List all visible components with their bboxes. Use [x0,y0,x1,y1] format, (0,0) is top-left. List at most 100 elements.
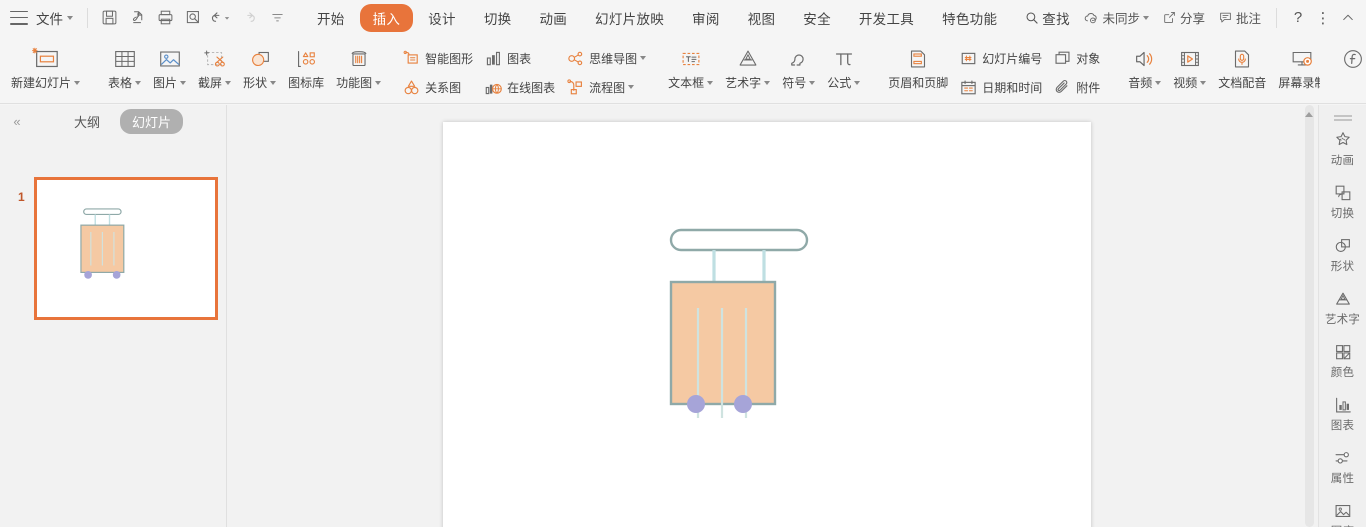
slide-thumbnail-1[interactable] [34,177,218,320]
file-menu-button[interactable]: 文件 [28,5,79,31]
collapse-ribbon-icon[interactable] [1336,6,1360,30]
tab-special-features[interactable]: 特色功能 [929,4,1010,32]
formula-button[interactable]: 公式 [821,39,866,92]
title-bar-left: 文件 [0,5,290,31]
shape-icon [1333,235,1353,257]
tab-animation[interactable]: 动画 [526,4,580,32]
slide-number-button[interactable]: 幻灯片编号 [954,45,1048,71]
tab-start[interactable]: 开始 [304,4,358,32]
redo-icon[interactable] [236,6,262,30]
online-chart-label: 在线图表 [507,80,556,95]
rail-item-properties[interactable]: 属性 [1319,439,1366,492]
relation-chart-label: 关系图 [425,80,462,95]
slide-thumbnail-row: 1 [0,138,226,320]
date-time-icon [958,77,978,97]
tab-transition[interactable]: 切换 [471,4,525,32]
flowchart-button[interactable]: 流程图 [561,74,652,100]
chevron-down-icon [270,81,277,85]
flowchart-icon [565,77,585,97]
suitcase-handle-bar [669,228,809,252]
share-button[interactable]: 分享 [1156,4,1211,31]
tab-view[interactable]: 视图 [735,4,789,32]
screenshot-label: 截屏 [198,76,223,90]
print-icon[interactable] [152,6,178,30]
rail-label: 动画 [1330,155,1355,167]
rail-item-wordart[interactable]: 艺术字 [1319,280,1366,333]
divider [87,7,88,28]
shapes-icon [247,44,273,74]
shapes-button[interactable]: 形状 [237,39,282,92]
scrollbar-thumb[interactable] [1305,105,1314,527]
undo-icon[interactable] [208,6,234,30]
tab-design[interactable]: 设计 [415,4,469,32]
new-slide-label: 新建幻灯片 [11,76,81,90]
new-slide-icon [31,44,61,74]
audio-icon [1132,44,1158,74]
screenshot-button[interactable]: 截屏 [192,39,237,92]
scroll-up-icon[interactable] [1305,112,1313,117]
more-options-icon[interactable]: ⋮ [1311,6,1335,30]
save-icon[interactable] [96,6,122,30]
find-button[interactable]: 查找 [1012,4,1083,32]
wordart-label: 艺术字 [725,76,762,90]
rail-item-chart[interactable]: 图表 [1319,386,1366,439]
attachment-button[interactable]: 附件 [1048,74,1106,100]
online-chart-button[interactable]: 在线图表 [479,74,561,100]
slide-number-label: 幻灯片编号 [982,51,1043,66]
help-icon[interactable]: ? [1286,6,1310,30]
new-slide-button[interactable]: 新建幻灯片 [5,39,86,92]
online-chart-icon [483,77,503,97]
gallery-icon [1333,500,1353,522]
sync-status-button[interactable]: 未同步 [1077,4,1155,31]
relation-chart-button[interactable]: 关系图 [397,74,479,100]
wps-presentation-window: 文件 开始 插入 设计 切换 动画 幻灯片放映 审阅 视图 安全 开发工具 特色… [0,0,1366,527]
customize-qat-icon[interactable] [264,6,290,30]
video-button[interactable]: 视频 [1167,39,1212,92]
print-preview-icon[interactable] [180,6,206,30]
audio-button[interactable]: 音频 [1122,39,1167,92]
tab-developer-tools[interactable]: 开发工具 [846,4,927,32]
chevron-down-icon [854,81,861,85]
tab-outline[interactable]: 大纲 [62,109,112,134]
rail-item-gallery[interactable]: 图库 [1319,492,1366,527]
header-footer-button[interactable]: 页眉和页脚 [882,39,954,92]
picture-button[interactable]: 图片 [147,39,192,92]
comment-button[interactable]: 批注 [1212,4,1267,31]
smartart-button[interactable]: 智能图形 [397,45,479,71]
slide-number-label: 1 [18,190,25,204]
icon-library-button[interactable]: 图标库 [282,39,330,92]
vertical-scrollbar[interactable] [1304,105,1315,527]
chart-button[interactable]: 图表 [479,45,561,71]
chevron-down-icon [375,81,382,85]
textbox-label: 文本框 [668,76,705,90]
wordart-button[interactable]: 艺术字 [719,39,776,92]
doc-voiceover-button[interactable]: 文档配音 [1212,39,1272,92]
function-chart-button[interactable]: 功能图 [330,39,387,92]
textbox-button[interactable]: 文本框 [662,39,719,92]
tab-slideshow[interactable]: 幻灯片放映 [582,4,677,32]
export-pdf-icon[interactable] [124,6,150,30]
rail-item-animation[interactable]: 动画 [1319,121,1366,174]
object-button[interactable]: 对象 [1048,45,1106,71]
mindmap-button[interactable]: 思维导图 [561,45,652,71]
rail-label: 图表 [1330,420,1355,432]
tab-insert[interactable]: 插入 [359,3,414,32]
formula-icon [831,44,857,74]
slide-navigator-panel: « 大纲 幻灯片 1 [0,105,227,527]
date-time-button[interactable]: 日期和时间 [954,74,1048,100]
rail-item-color[interactable]: 颜色 [1319,333,1366,386]
tab-security[interactable]: 安全 [790,4,844,32]
tab-review[interactable]: 审阅 [679,4,733,32]
slide-canvas[interactable] [443,122,1091,527]
tab-slides[interactable]: 幻灯片 [120,109,184,134]
rail-drag-handle[interactable] [1319,105,1366,121]
collapse-panel-icon[interactable]: « [4,108,30,136]
table-button[interactable]: 表格 [102,39,147,92]
rail-label: 颜色 [1330,367,1355,379]
shapes-label: 形状 [243,76,268,90]
rail-item-transition[interactable]: 切换 [1319,174,1366,227]
symbol-button[interactable]: 符号 [776,39,821,92]
rail-item-shape[interactable]: 形状 [1319,227,1366,280]
chevron-down-icon [1155,81,1162,85]
menu-hamburger-icon[interactable] [10,10,28,25]
